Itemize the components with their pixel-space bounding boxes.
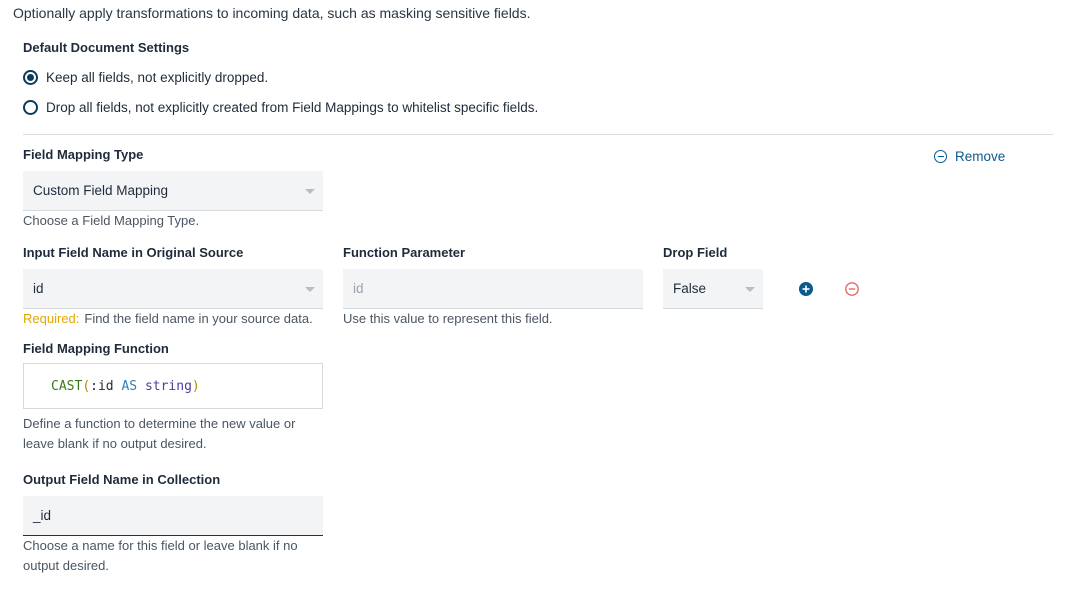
code-token-type: string [144,378,192,394]
function-parameter-helper: Use this value to represent this field. [343,311,553,326]
remove-label: Remove [955,149,1006,164]
code-token-function: CAST [51,378,83,394]
field-mapping-function-helper: Define a function to determine the new v… [23,414,295,454]
code-token-close-paren: ) [191,378,200,394]
input-field-select[interactable]: id [23,269,323,309]
function-parameter-input[interactable]: id [343,269,643,309]
plus-circle-icon [799,282,813,296]
minus-circle-icon [934,150,947,163]
output-field-label: Output Field Name in Collection [23,472,221,487]
radio-keep-all-label: Keep all fields, not explicitly dropped. [46,70,269,85]
chevron-down-icon [305,188,315,194]
field-mapping-function-helper-line2: leave blank if no output desired. [23,436,207,451]
output-field-helper-line1: Choose a name for this field or leave bl… [23,538,298,553]
add-mapping-button[interactable] [798,281,814,297]
radio-unselected-icon[interactable] [23,100,38,115]
field-mapping-type-select[interactable]: Custom Field Mapping [23,171,323,211]
input-field-helper-text: Find the field name in your source data. [84,311,313,326]
output-field-helper: Choose a name for this field or leave bl… [23,536,298,576]
input-field-value: id [33,281,44,296]
output-field-helper-line2: output desired. [23,558,110,573]
code-token-param: :id [90,378,114,394]
field-mapping-type-label: Field Mapping Type [23,147,144,162]
required-label: Required: [23,311,80,326]
delete-mapping-button[interactable] [844,281,860,297]
code-token-open-paren: ( [82,378,91,394]
field-mapping-function-helper-line1: Define a function to determine the new v… [23,416,296,431]
field-mapping-function-label: Field Mapping Function [23,341,169,356]
field-mapping-type-value: Custom Field Mapping [33,183,169,198]
output-field-input[interactable]: _id [23,496,323,536]
remove-button[interactable]: Remove [934,149,1005,164]
chevron-down-icon [305,286,315,292]
function-parameter-label: Function Parameter [343,245,466,260]
radio-selected-icon[interactable] [23,70,38,85]
chevron-down-icon [745,286,755,292]
divider [23,134,1053,135]
output-field-value: _id [33,508,52,523]
field-mappings-panel: Optionally apply transformations to inco… [0,0,1068,589]
drop-field-label: Drop Field [663,245,728,260]
radio-drop-all-fields[interactable]: Drop all fields, not explicitly created … [23,100,538,115]
input-field-helper: Required: Find the field name in your sou… [23,309,313,329]
radio-drop-all-label: Drop all fields, not explicitly created … [46,100,539,115]
input-field-label: Input Field Name in Original Source [23,245,244,260]
field-mapping-type-helper: Choose a Field Mapping Type. [23,213,200,228]
drop-field-select[interactable]: False [663,269,763,309]
intro-text: Optionally apply transformations to inco… [13,5,531,21]
minus-circle-outline-icon [845,282,859,296]
field-mapping-function-editor[interactable]: CAST(:id AS string) [23,363,323,409]
default-settings-title: Default Document Settings [23,40,190,55]
code-token-keyword: AS [121,378,138,394]
function-parameter-value: id [353,281,364,296]
drop-field-value: False [673,281,707,296]
radio-keep-all-fields[interactable]: Keep all fields, not explicitly dropped. [23,70,268,85]
